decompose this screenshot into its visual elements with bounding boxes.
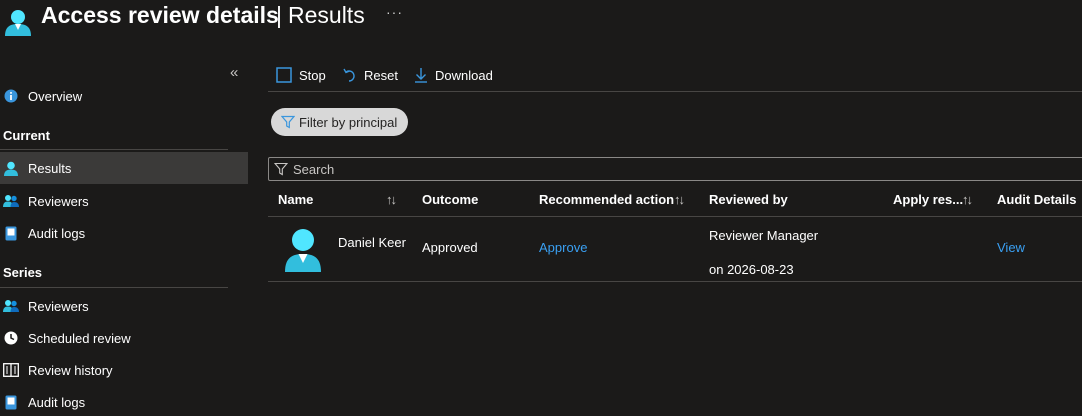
column-header-audit-details[interactable]: Audit Details (997, 192, 1076, 207)
column-header-name[interactable]: Name (278, 192, 313, 207)
sidebar-item-label: Reviewers (28, 193, 89, 209)
sidebar-item-review-history[interactable]: Review history (0, 354, 248, 386)
more-options-button[interactable]: ··· (386, 4, 403, 20)
filter-by-principal-button[interactable]: Filter by principal (271, 108, 408, 136)
download-button[interactable]: Download (414, 64, 493, 86)
search-box[interactable] (268, 157, 1082, 181)
search-input[interactable] (293, 161, 993, 177)
row-reviewed-by: Reviewer Manager (709, 228, 819, 243)
sidebar-item-label: Scheduled review (28, 330, 131, 346)
filter-icon (274, 162, 288, 176)
row-name: Daniel Keer (338, 235, 406, 250)
download-button-label: Download (435, 67, 493, 83)
title-separator: | (276, 2, 282, 28)
page: Access review details | Results ··· « Ov… (0, 0, 1082, 416)
stop-icon (276, 67, 292, 83)
users-icon (3, 193, 19, 209)
sidebar-item-label: Audit logs (28, 225, 86, 241)
results-table: Name ↑↓ Outcome Recommended action ↑↓ Re… (268, 184, 1082, 282)
divider (0, 149, 228, 150)
page-subtitle: Results (288, 2, 365, 28)
sort-name-icon[interactable]: ↑↓ (386, 192, 397, 207)
log-icon (3, 225, 19, 241)
row-outcome: Approved (422, 240, 478, 255)
approve-link[interactable]: Approve (539, 240, 587, 255)
sidebar-item-reviewers[interactable]: Reviewers (0, 185, 248, 217)
reset-icon (343, 68, 355, 82)
users-icon (3, 298, 19, 314)
sidebar-item-label: Review history (28, 362, 113, 378)
divider (0, 287, 228, 288)
user-avatar-icon (285, 229, 321, 272)
section-label-series: Series (3, 265, 43, 280)
sidebar-item-series-audit-logs[interactable]: Audit logs (0, 386, 248, 416)
page-header: Access review details | Results ··· (0, 0, 1082, 40)
sidebar-item-overview[interactable]: Overview (0, 80, 248, 112)
sidebar-item-scheduled-review[interactable]: Scheduled review (0, 322, 248, 354)
sidebar-item-label: Overview (28, 88, 83, 104)
download-icon (415, 68, 427, 83)
section-label-current: Current (3, 128, 50, 143)
page-title: Access review details (41, 2, 279, 28)
sidebar-item-label: Results (28, 160, 72, 176)
filter-icon (281, 115, 295, 129)
column-header-apply-result[interactable]: Apply res... (893, 192, 963, 207)
log-icon (3, 394, 19, 410)
filter-label: Filter by principal (299, 114, 398, 130)
view-audit-link[interactable]: View (997, 240, 1025, 255)
user-icon (3, 160, 19, 176)
collapse-sidebar-button[interactable]: « (230, 64, 238, 81)
sort-apply-icon[interactable]: ↑↓ (962, 192, 973, 207)
sidebar-item-label: Audit logs (28, 394, 86, 410)
column-header-reviewed-by[interactable]: Reviewed by (709, 192, 788, 207)
command-bar: Stop Reset Download (268, 58, 1082, 92)
sidebar-item-label: Reviewers (28, 298, 89, 314)
sidebar-item-results[interactable]: Results (0, 152, 248, 184)
table-header: Name ↑↓ Outcome Recommended action ↑↓ Re… (268, 184, 1082, 217)
book-icon (3, 362, 19, 378)
column-header-outcome[interactable]: Outcome (422, 192, 478, 207)
user-icon (5, 10, 31, 36)
info-icon (3, 88, 19, 104)
stop-button[interactable]: Stop (276, 64, 326, 86)
stop-button-label: Stop (299, 67, 326, 83)
reset-button[interactable]: Reset (343, 64, 398, 86)
sidebar: « Overview Current Results Reviewers Aud… (0, 58, 248, 416)
sidebar-item-series-reviewers[interactable]: Reviewers (0, 290, 248, 322)
row-reviewed-on: on 2026-08-23 (709, 262, 794, 277)
reset-button-label: Reset (364, 67, 398, 83)
column-header-recommended-action[interactable]: Recommended action (539, 192, 674, 207)
sidebar-item-audit-logs[interactable]: Audit logs (0, 217, 248, 249)
sort-recommended-icon[interactable]: ↑↓ (674, 192, 685, 207)
clock-icon (3, 330, 19, 346)
table-row: Daniel Keer Approved Approve Reviewer Ma… (268, 217, 1082, 282)
